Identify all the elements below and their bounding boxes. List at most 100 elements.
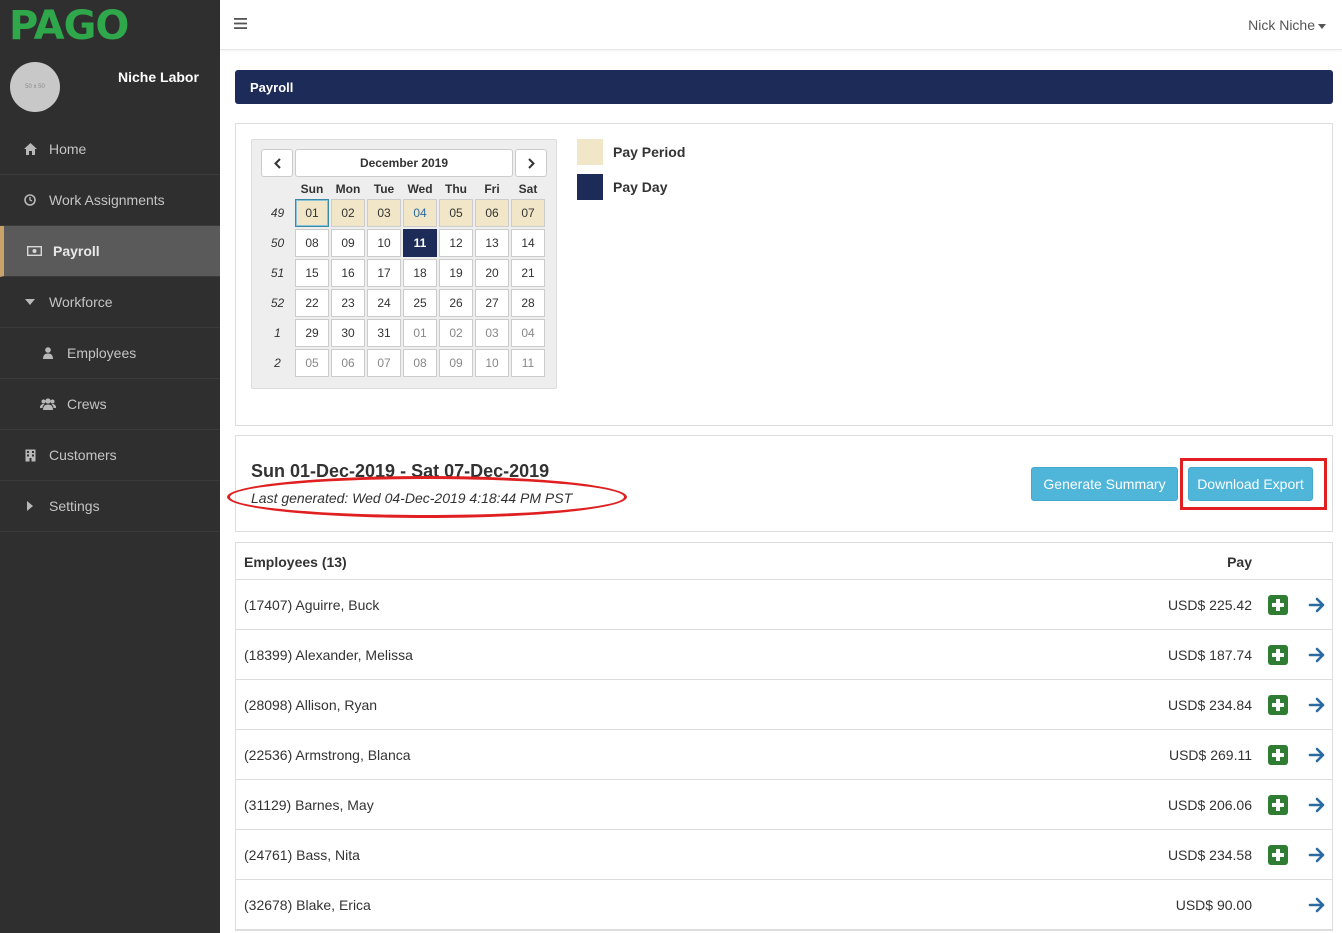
calendar-day[interactable]: 11 <box>403 229 437 257</box>
generate-summary-button[interactable]: Generate Summary <box>1031 467 1178 501</box>
prev-month-button[interactable] <box>261 149 293 177</box>
table-row[interactable]: (31129) Barnes, May USD$ 206.06 <box>236 780 1332 830</box>
table-row[interactable]: (17407) Aguirre, Buck USD$ 225.42 <box>236 580 1332 630</box>
pay-period-swatch <box>577 139 603 165</box>
arrow-right-icon[interactable] <box>1308 796 1326 814</box>
calendar-day[interactable]: 22 <box>295 289 329 317</box>
calendar-day[interactable]: 05 <box>295 349 329 377</box>
next-month-button[interactable] <box>515 149 547 177</box>
sidebar-item-employees[interactable]: Employees <box>0 328 220 379</box>
add-plus-icon[interactable] <box>1268 745 1288 765</box>
calendar: December 2019 Sun Mon Tue Wed Thu Fri Sa… <box>251 139 557 389</box>
calendar-day[interactable]: 30 <box>331 319 365 347</box>
calendar-day[interactable]: 10 <box>475 349 509 377</box>
calendar-day[interactable]: 15 <box>295 259 329 287</box>
calendar-day[interactable]: 04 <box>403 199 437 227</box>
arrow-right-icon[interactable] <box>1308 596 1326 614</box>
calendar-day[interactable]: 16 <box>331 259 365 287</box>
arrow-right-icon[interactable] <box>1308 896 1326 914</box>
arrow-right-icon[interactable] <box>1308 646 1326 664</box>
arrow-right-icon[interactable] <box>1308 746 1326 764</box>
calendar-day[interactable]: 04 <box>511 319 545 347</box>
sidebar-item-home[interactable]: Home <box>0 124 220 175</box>
calendar-day[interactable]: 03 <box>475 319 509 347</box>
week-number: 52 <box>270 296 285 310</box>
arrow-right-icon[interactable] <box>1308 846 1326 864</box>
calendar-day[interactable]: 01 <box>403 319 437 347</box>
calendar-day[interactable]: 06 <box>475 199 509 227</box>
add-plus-icon[interactable] <box>1268 595 1288 615</box>
calendar-day[interactable]: 25 <box>403 289 437 317</box>
calendar-day[interactable]: 23 <box>331 289 365 317</box>
sidebar-item-label: Employees <box>67 345 137 361</box>
calendar-day[interactable]: 08 <box>403 349 437 377</box>
calendar-day[interactable]: 06 <box>331 349 365 377</box>
calendar-day[interactable]: 09 <box>439 349 473 377</box>
calendar-day[interactable]: 31 <box>367 319 401 347</box>
table-row[interactable]: (18399) Alexander, Melissa USD$ 187.74 <box>236 630 1332 680</box>
home-icon <box>22 141 38 157</box>
calendar-day[interactable]: 29 <box>295 319 329 347</box>
sidebar-item-crews[interactable]: Crews <box>0 379 220 430</box>
dow-header: Tue <box>373 182 395 196</box>
calendar-day[interactable]: 26 <box>439 289 473 317</box>
table-row[interactable]: (22536) Armstrong, Blanca USD$ 269.11 <box>236 730 1332 780</box>
sidebar-nav: Home Work Assignments Payroll Workforce … <box>0 124 220 532</box>
add-plus-icon[interactable] <box>1268 795 1288 815</box>
employee-name: (31129) Barnes, May <box>244 797 374 813</box>
calendar-day[interactable]: 13 <box>475 229 509 257</box>
calendar-day[interactable]: 01 <box>295 199 329 227</box>
sidebar-item-payroll[interactable]: Payroll <box>0 226 220 277</box>
calendar-day[interactable]: 20 <box>475 259 509 287</box>
add-plus-icon[interactable] <box>1268 695 1288 715</box>
calendar-day[interactable]: 05 <box>439 199 473 227</box>
legend-label: Pay Day <box>613 179 668 195</box>
table-row[interactable]: (32678) Blake, Erica USD$ 90.00 <box>236 880 1332 930</box>
calendar-day[interactable]: 18 <box>403 259 437 287</box>
hamburger-menu-icon[interactable] <box>234 16 247 34</box>
table-row[interactable]: (24761) Bass, Nita USD$ 234.58 <box>236 830 1332 880</box>
topbar: Nick Niche <box>220 0 1342 50</box>
week-number: 1 <box>274 326 281 340</box>
calendar-month-title[interactable]: December 2019 <box>295 149 513 177</box>
calendar-day[interactable]: 24 <box>367 289 401 317</box>
sidebar-item-settings[interactable]: Settings <box>0 481 220 532</box>
calendar-week-row: 1 29 30 31 01 02 03 04 <box>261 318 547 348</box>
employee-name: (22536) Armstrong, Blanca <box>244 747 411 763</box>
calendar-day[interactable]: 14 <box>511 229 545 257</box>
calendar-day[interactable]: 19 <box>439 259 473 287</box>
add-plus-icon[interactable] <box>1268 845 1288 865</box>
pago-logo[interactable]: PAGO <box>9 4 129 48</box>
add-plus-icon[interactable] <box>1268 645 1288 665</box>
calendar-day[interactable]: 11 <box>511 349 545 377</box>
calendar-day[interactable]: 27 <box>475 289 509 317</box>
caret-right-icon <box>22 498 38 514</box>
week-number: 49 <box>270 206 285 220</box>
calendar-day[interactable]: 03 <box>367 199 401 227</box>
calendar-day[interactable]: 17 <box>367 259 401 287</box>
calendar-day[interactable]: 09 <box>331 229 365 257</box>
sidebar-item-workforce[interactable]: Workforce <box>0 277 220 328</box>
calendar-day[interactable]: 21 <box>511 259 545 287</box>
calendar-day[interactable]: 08 <box>295 229 329 257</box>
building-icon <box>22 447 38 463</box>
calendar-day[interactable]: 12 <box>439 229 473 257</box>
employee-pay: USD$ 234.84 <box>1167 697 1252 713</box>
sidebar-item-customers[interactable]: Customers <box>0 430 220 481</box>
user-menu[interactable]: Nick Niche <box>1248 17 1326 33</box>
calendar-day[interactable]: 28 <box>511 289 545 317</box>
calendar-day[interactable]: 07 <box>511 199 545 227</box>
table-row[interactable]: (28098) Allison, Ryan USD$ 234.84 <box>236 680 1332 730</box>
calendar-day[interactable]: 02 <box>439 319 473 347</box>
calendar-day[interactable]: 10 <box>367 229 401 257</box>
calendar-day[interactable]: 07 <box>367 349 401 377</box>
dow-header: Sat <box>518 182 538 196</box>
sidebar-item-work-assignments[interactable]: Work Assignments <box>0 175 220 226</box>
clock-icon <box>22 192 38 208</box>
user-block: 50 x 50 Niche Labor <box>0 50 220 124</box>
calendar-day[interactable]: 02 <box>331 199 365 227</box>
employee-name: (32678) Blake, Erica <box>244 897 371 913</box>
arrow-right-icon[interactable] <box>1308 696 1326 714</box>
table-body: (17407) Aguirre, Buck USD$ 225.42 (18399) … <box>236 580 1332 930</box>
chevron-left-icon <box>273 157 281 169</box>
